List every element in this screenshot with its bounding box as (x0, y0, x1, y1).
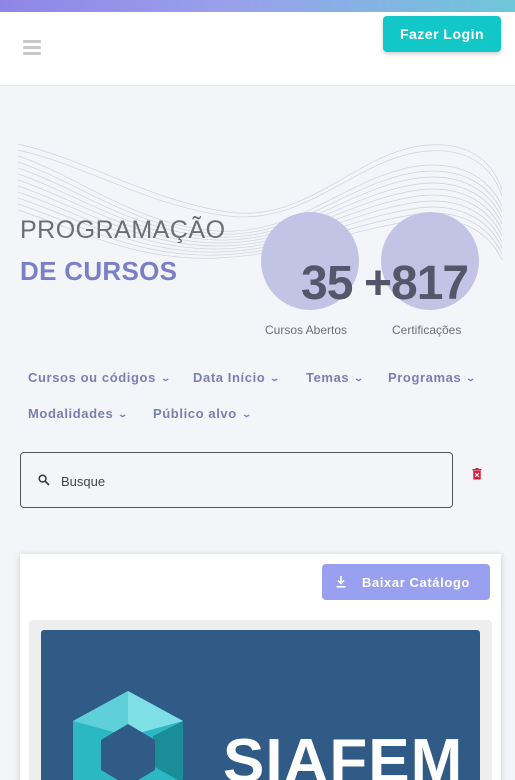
filter-modalities-label: Modalidades (28, 406, 114, 421)
search-field[interactable] (20, 452, 453, 508)
chevron-down-icon: ⌄ (160, 373, 172, 383)
filter-start-date-label: Data Início (193, 370, 266, 385)
search-input[interactable] (61, 470, 421, 492)
filter-programs[interactable]: Programas ⌄ (388, 370, 478, 385)
filter-themes[interactable]: Temas ⌄ (306, 370, 366, 385)
stat-label-courses: Cursos Abertos (265, 323, 348, 337)
filter-programs-label: Programas (388, 370, 462, 385)
filter-courses-label: Cursos ou códigos (28, 370, 156, 385)
page-title-line2: DE CURSOS (20, 256, 178, 286)
download-catalog-label: Baixar Catálogo (362, 574, 470, 590)
stat-value-courses: 35 (301, 257, 353, 310)
chevron-down-icon: ⌄ (241, 409, 253, 419)
filter-modalities[interactable]: Modalidades ⌄ (28, 406, 128, 421)
stat-value-certifications: +817 (364, 257, 469, 310)
download-icon (336, 576, 346, 588)
course-logo-text: SIAFEM (223, 727, 464, 780)
filter-courses[interactable]: Cursos ou códigos ⌄ (28, 370, 172, 385)
menu-icon[interactable] (23, 40, 41, 56)
filter-start-date[interactable]: Data Início ⌄ (193, 370, 280, 385)
stat-label-certifications: Certificações (392, 323, 462, 337)
hexagon-logo-icon (73, 691, 183, 780)
filter-audience[interactable]: Público alvo ⌄ (153, 406, 253, 421)
chevron-down-icon: ⌄ (269, 373, 282, 383)
catalog-card: Baixar Catálogo SIAFEM (20, 554, 501, 780)
course-thumbnail[interactable]: SIAFEM (41, 630, 480, 780)
filter-themes-label: Temas (306, 370, 350, 385)
hero-section: PROGRAMAÇÃO DE CURSOS 35 Cursos Abertos … (0, 86, 515, 356)
page-title-line1: PROGRAMAÇÃO (20, 216, 226, 244)
trash-icon[interactable] (472, 468, 482, 480)
chevron-down-icon: ⌄ (353, 373, 366, 383)
login-button[interactable]: Fazer Login (383, 16, 501, 52)
chevron-down-icon: ⌄ (465, 373, 478, 383)
search-icon (38, 474, 50, 486)
filter-audience-label: Público alvo (153, 406, 237, 421)
download-catalog-button[interactable]: Baixar Catálogo (322, 564, 490, 600)
top-gradient-bar (0, 0, 515, 12)
site-header: Fazer Login (0, 12, 515, 86)
chevron-down-icon: ⌄ (117, 409, 130, 419)
course-thumbnail-frame: SIAFEM (29, 620, 492, 780)
